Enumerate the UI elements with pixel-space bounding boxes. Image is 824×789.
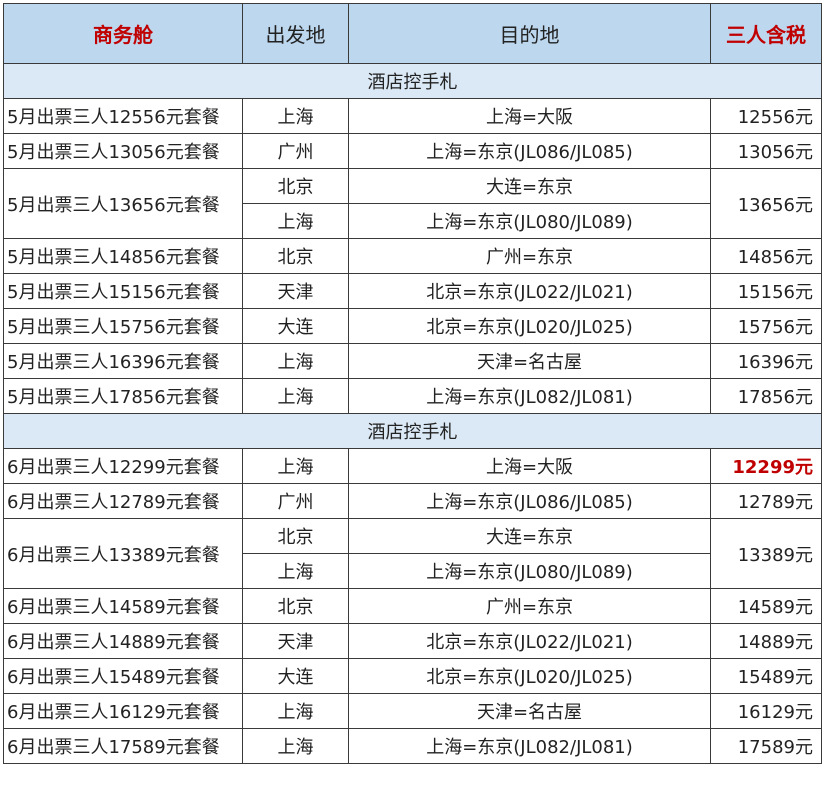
table-row: 5月出票三人17856元套餐 上海 上海=东京(JL082/JL081) 17856元 xyxy=(3,378,822,414)
price-cell: 13389元 xyxy=(710,518,822,589)
destination-cell: 广州=东京 xyxy=(348,588,711,624)
table-row: 6月出票三人13389元套餐 北京 大连=东京 13389元 xyxy=(3,518,822,589)
price-cell: 14889元 xyxy=(710,623,822,659)
price-cell: 16129元 xyxy=(710,693,822,729)
table-row: 5月出票三人12556元套餐 上海 上海=大阪 12556元 xyxy=(3,98,822,134)
departure-cell: 上海 xyxy=(242,553,349,589)
destination-cell: 天津=名古屋 xyxy=(348,693,711,729)
table-row: 5月出票三人13656元套餐 北京 大连=东京 13656元 xyxy=(3,168,822,239)
price-cell: 14856元 xyxy=(710,238,822,274)
price-cell: 15489元 xyxy=(710,658,822,694)
section-header-row: 酒店控手札 xyxy=(3,63,822,99)
table-row: 6月出票三人15489元套餐 大连 北京=东京(JL020/JL025) 15489元 xyxy=(3,658,822,694)
header-cabin-class: 商务舱 xyxy=(3,3,243,64)
header-destination: 目的地 xyxy=(348,3,711,64)
package-name-cell: 6月出票三人14589元套餐 xyxy=(3,588,243,624)
table-row: 6月出票三人12299元套餐 上海 上海=大阪 12299元 xyxy=(3,448,822,484)
header-price-three-incl-tax: 三人含税 xyxy=(710,3,822,64)
table-row: 5月出票三人13056元套餐 广州 上海=东京(JL086/JL085) 13056元 xyxy=(3,133,822,169)
package-name-cell: 5月出票三人13656元套餐 xyxy=(3,168,243,239)
departure-cell: 天津 xyxy=(242,273,349,309)
table-row: 5月出票三人15156元套餐 天津 北京=东京(JL022/JL021) 15156元 xyxy=(3,273,822,309)
price-cell: 14589元 xyxy=(710,588,822,624)
package-name-cell: 5月出票三人15156元套餐 xyxy=(3,273,243,309)
departure-cell: 大连 xyxy=(242,658,349,694)
package-name-cell: 6月出票三人15489元套餐 xyxy=(3,658,243,694)
package-name-cell: 6月出票三人12789元套餐 xyxy=(3,483,243,519)
price-cell: 12556元 xyxy=(710,98,822,134)
table-row: 5月出票三人16396元套餐 上海 天津=名古屋 16396元 xyxy=(3,343,822,379)
table-row: 5月出票三人15756元套餐 大连 北京=东京(JL020/JL025) 15756元 xyxy=(3,308,822,344)
departure-cell: 北京 xyxy=(242,588,349,624)
destination-cell: 大连=东京 xyxy=(348,168,711,204)
destination-cell: 天津=名古屋 xyxy=(348,343,711,379)
destination-cell: 上海=大阪 xyxy=(348,448,711,484)
table-row: 6月出票三人17589元套餐 上海 上海=东京(JL082/JL081) 17589元 xyxy=(3,728,822,764)
table-row: 6月出票三人12789元套餐 广州 上海=东京(JL086/JL085) 12789元 xyxy=(3,483,822,519)
package-name-cell: 5月出票三人17856元套餐 xyxy=(3,378,243,414)
destination-cell: 北京=东京(JL022/JL021) xyxy=(348,273,711,309)
departure-cell: 上海 xyxy=(242,448,349,484)
departure-cell: 北京 xyxy=(242,168,349,204)
departure-cell: 天津 xyxy=(242,623,349,659)
departure-cell: 大连 xyxy=(242,308,349,344)
table-row: 6月出票三人16129元套餐 上海 天津=名古屋 16129元 xyxy=(3,693,822,729)
price-cell: 15756元 xyxy=(710,308,822,344)
package-name-cell: 6月出票三人16129元套餐 xyxy=(3,693,243,729)
destination-cell: 广州=东京 xyxy=(348,238,711,274)
destination-cell: 上海=东京(JL086/JL085) xyxy=(348,133,711,169)
package-name-cell: 6月出票三人17589元套餐 xyxy=(3,728,243,764)
price-cell: 16396元 xyxy=(710,343,822,379)
destination-cell: 北京=东京(JL020/JL025) xyxy=(348,658,711,694)
destination-cell: 上海=大阪 xyxy=(348,98,711,134)
destination-cell: 上海=东京(JL086/JL085) xyxy=(348,483,711,519)
destination-cell: 上海=东京(JL080/JL089) xyxy=(348,553,711,589)
package-name-cell: 5月出票三人15756元套餐 xyxy=(3,308,243,344)
destination-cell: 大连=东京 xyxy=(348,518,711,554)
destination-cell: 上海=东京(JL082/JL081) xyxy=(348,378,711,414)
package-name-cell: 5月出票三人12556元套餐 xyxy=(3,98,243,134)
destination-cell: 北京=东京(JL020/JL025) xyxy=(348,308,711,344)
section-title: 酒店控手札 xyxy=(3,63,822,99)
departure-cell: 上海 xyxy=(242,693,349,729)
departure-cell: 上海 xyxy=(242,203,349,239)
package-name-cell: 6月出票三人12299元套餐 xyxy=(3,448,243,484)
price-cell: 15156元 xyxy=(710,273,822,309)
departure-cell: 上海 xyxy=(242,728,349,764)
price-cell: 17589元 xyxy=(710,728,822,764)
package-name-cell: 5月出票三人13056元套餐 xyxy=(3,133,243,169)
destination-cell: 北京=东京(JL022/JL021) xyxy=(348,623,711,659)
price-cell: 12789元 xyxy=(710,483,822,519)
destination-cell: 上海=东京(JL082/JL081) xyxy=(348,728,711,764)
package-name-cell: 6月出票三人14889元套餐 xyxy=(3,623,243,659)
departure-cell: 上海 xyxy=(242,378,349,414)
section-header-row: 酒店控手札 xyxy=(3,413,822,449)
table-row: 5月出票三人14856元套餐 北京 广州=东京 14856元 xyxy=(3,238,822,274)
price-cell: 17856元 xyxy=(710,378,822,414)
destination-cell: 上海=东京(JL080/JL089) xyxy=(348,203,711,239)
package-name-cell: 5月出票三人16396元套餐 xyxy=(3,343,243,379)
header-row: 商务舱 出发地 目的地 三人含税 xyxy=(3,3,822,64)
price-cell: 13656元 xyxy=(710,168,822,239)
header-departure: 出发地 xyxy=(242,3,349,64)
table-row: 6月出票三人14889元套餐 天津 北京=东京(JL022/JL021) 14889元 xyxy=(3,623,822,659)
departure-cell: 北京 xyxy=(242,518,349,554)
departure-cell: 广州 xyxy=(242,483,349,519)
departure-cell: 上海 xyxy=(242,98,349,134)
table-row: 6月出票三人14589元套餐 北京 广州=东京 14589元 xyxy=(3,588,822,624)
price-cell: 13056元 xyxy=(710,133,822,169)
fare-table: 商务舱 出发地 目的地 三人含税 酒店控手札 5月出票三人12556元套餐 上海 上海… xyxy=(3,3,822,764)
section-title: 酒店控手札 xyxy=(3,413,822,449)
departure-cell: 上海 xyxy=(242,343,349,379)
price-cell-highlighted: 12299元 xyxy=(710,448,822,484)
departure-cell: 广州 xyxy=(242,133,349,169)
package-name-cell: 6月出票三人13389元套餐 xyxy=(3,518,243,589)
fare-table-body: 商务舱 出发地 目的地 三人含税 酒店控手札 5月出票三人12556元套餐 上海 上海… xyxy=(3,3,822,764)
departure-cell: 北京 xyxy=(242,238,349,274)
package-name-cell: 5月出票三人14856元套餐 xyxy=(3,238,243,274)
